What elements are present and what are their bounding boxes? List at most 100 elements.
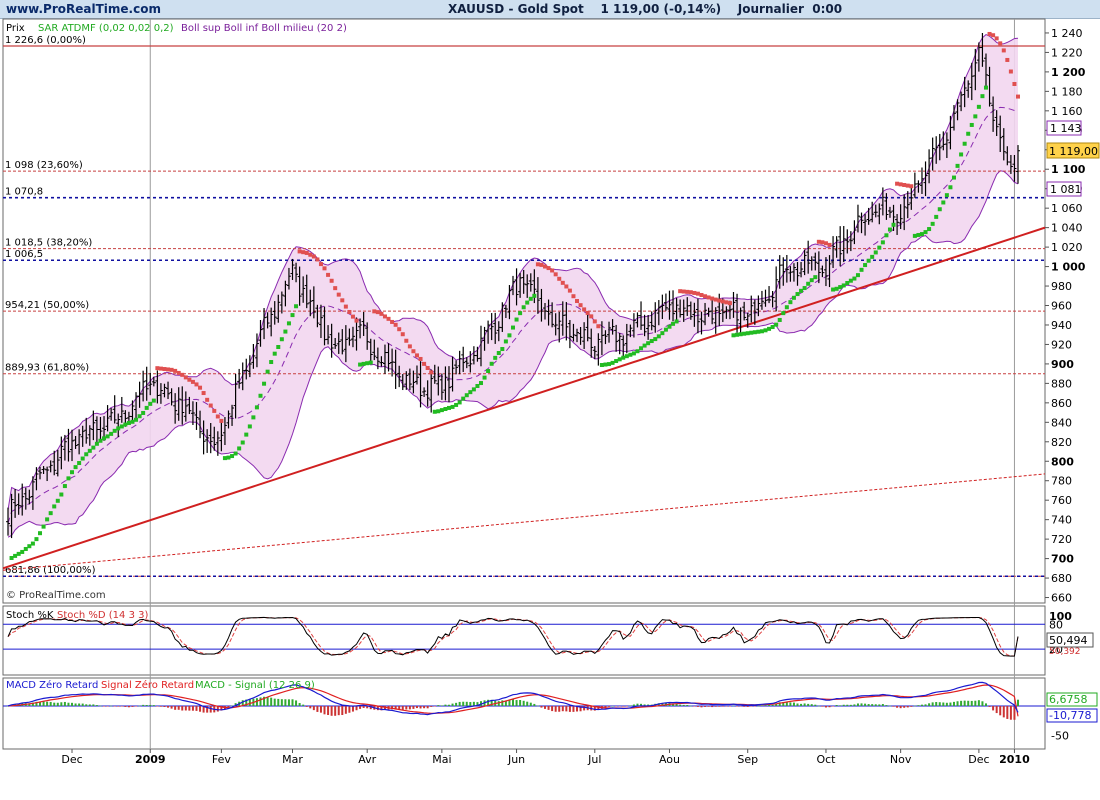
sar-dot [710,296,715,301]
sar-dot [678,289,683,294]
macd-hist-bar [430,706,433,707]
macd-hist-bar [49,701,52,706]
macd-hist-bar [913,705,916,707]
sar-dot [112,428,117,433]
sar-dot [521,305,526,310]
macd-hist-bar [334,706,337,716]
sar-dot [1016,94,1020,99]
macd-hist-bar [85,704,88,706]
last-price-box: 1 119,00 [1046,142,1100,159]
macd-hist-bar [849,704,852,706]
macd-hist-bar [814,704,817,706]
chart-canvas[interactable]: 1 226,6 (0,00%) 1 098 (23,60%) 1 018,5 (38… [0,18,1100,800]
macd-hist-bar [878,704,881,706]
macd-hist-bar [316,706,319,712]
macd-hist-bar [917,705,920,706]
sar-dot [151,398,156,403]
sar-dot [254,405,259,410]
stoch-value: 50,494 [1049,634,1088,647]
x-tick-label: Dec [968,753,989,766]
sar-dot [262,381,267,386]
sar-dot [802,286,807,291]
macd-hist-bar [618,706,621,707]
macd-hist-bar [451,703,454,706]
sar-dot [973,114,978,119]
sar-dot [215,414,220,419]
sar-dot [126,421,131,426]
site-name[interactable]: www.ProRealTime.com [6,2,161,16]
sar-dot [532,293,537,298]
macd-hist-bar [81,703,84,706]
sar-dot [671,321,676,326]
y-tick-label: 660 [1051,592,1072,605]
y-tick-label: 860 [1051,397,1072,410]
sar-dot [1012,81,1017,86]
sar-dot [269,360,274,365]
sar-dot [130,419,135,424]
macd-hist-bar [554,706,557,712]
macd-hist-bar [860,703,863,706]
sar-dot [934,214,939,219]
sar-dot [237,446,242,451]
sar-dot [148,401,153,406]
sar-dot [841,283,846,288]
sar-dot [233,451,238,456]
sar-dot [503,339,508,344]
macd-hist-bar [970,700,973,706]
macd-hist-bar [704,706,707,707]
sar-dot [315,257,320,262]
x-tick-label: Fev [212,753,231,766]
sar-dot [358,362,363,367]
sar-dot [916,232,921,237]
sar-dot [230,454,235,459]
macd-hist-bar [348,706,351,713]
sar-dot [781,311,786,316]
legend-sar: SAR ATDMF (0,02 0,02 0,2) [38,23,174,34]
sar-dot [827,242,832,247]
sar-dot [137,414,142,419]
macd-hist-bar [981,701,984,706]
macd-hist-bar [906,706,909,708]
sar-dot [603,362,608,367]
fib-label: 889,93 (61,80%) [5,363,89,374]
sar-dot [927,227,932,232]
y-tick-label: 1 020 [1051,241,1083,254]
sar-dot [553,272,558,277]
macd-hist-bar [960,700,963,706]
macd-hist-bar [323,706,326,715]
macd-hist-bar [291,699,294,706]
macd-hist-bar [625,706,628,707]
sar-dot [436,409,441,414]
sar-dot [265,369,270,374]
sar-dot [518,311,523,316]
sar-dot [34,537,39,542]
sar-dot [596,324,601,329]
macd-hist-bar [440,705,443,706]
macd-hist-bar [910,706,913,707]
sar-dot [251,415,256,420]
sar-dot [404,338,409,343]
x-tick-label: 2009 [135,753,166,766]
legend-signal: Signal Zéro Retard [101,679,194,691]
sar-dot [631,351,636,356]
sar-dot [848,278,853,283]
macd-hist-bar [103,706,106,707]
macd-hist-bar [337,706,340,716]
sar-dot [290,313,295,318]
macd-hist-bar [967,700,970,706]
sar-dot [240,440,245,445]
sar-dot [628,352,633,357]
macd-hist-bar [60,702,63,706]
macd-hist-bar [903,706,906,708]
sar-dot [418,356,423,361]
sar-dot [991,33,996,38]
sar-dot [318,262,323,267]
sar-dot [866,258,871,263]
sar-dot [983,85,988,90]
macd-hist-bar [999,706,1002,716]
sar-dot [951,175,956,180]
sar-dot [902,182,907,187]
sar-dot [831,287,836,292]
sar-dot [969,122,974,127]
macd-hist-bar [188,706,191,711]
